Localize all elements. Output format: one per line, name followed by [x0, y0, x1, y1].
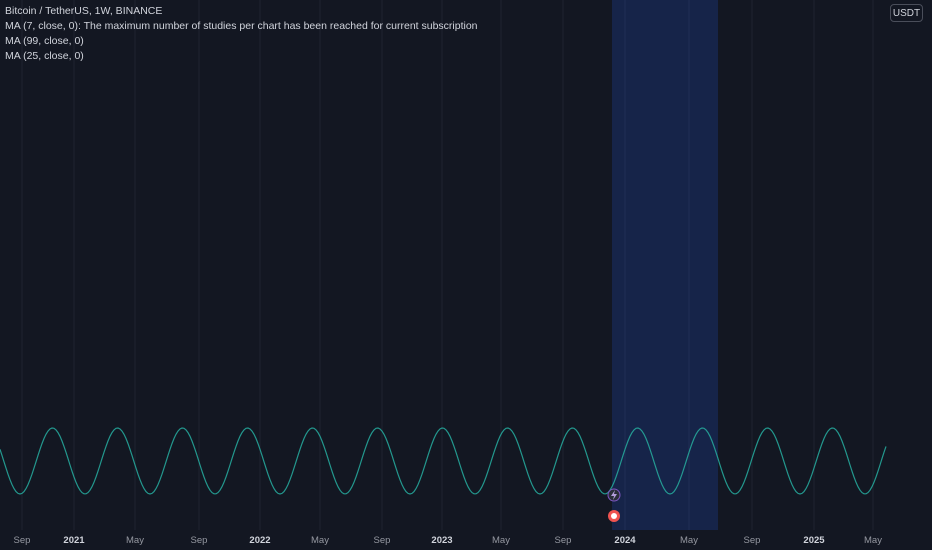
- legend-ma7[interactable]: MA (7, close, 0): The maximum number of …: [5, 19, 478, 34]
- time-tick-label: 2025: [803, 535, 825, 546]
- time-tick-label: Sep: [14, 535, 31, 546]
- time-tick-label: 2023: [431, 535, 452, 546]
- time-tick-label: Sep: [374, 535, 391, 546]
- time-tick-label: May: [864, 535, 882, 546]
- time-tick-label: Sep: [191, 535, 208, 546]
- legend-ma25[interactable]: MA (25, close, 0): [5, 49, 478, 64]
- time-tick-label: May: [126, 535, 144, 546]
- time-tick-label: May: [492, 535, 510, 546]
- earnings-icon-dot[interactable]: [611, 513, 617, 519]
- price-chart[interactable]: 0 (44693.61)0.236 (40053.53)0.382 (37182…: [0, 0, 932, 550]
- legend-symbol-title[interactable]: Bitcoin / TetherUS, 1W, BINANCE: [5, 4, 478, 19]
- legend-ma99[interactable]: MA (99, close, 0): [5, 34, 478, 49]
- time-axis[interactable]: Sep 2021 May Sep 2022 May Sep 2023 May Sep 2024 May…: [0, 530, 932, 550]
- chart-legend: Bitcoin / TetherUS, 1W, BINANCE MA (7, c…: [5, 4, 478, 64]
- time-tick-label: Sep: [555, 535, 572, 546]
- time-tick-label: May: [311, 535, 329, 546]
- time-tick-label: Sep: [744, 535, 761, 546]
- time-tick-label: May: [680, 535, 698, 546]
- currency-button[interactable]: USDT: [890, 4, 923, 22]
- time-tick-label: 2024: [614, 535, 636, 546]
- time-tick-label: 2021: [63, 535, 85, 546]
- fib-blue-box: [612, 0, 718, 530]
- time-tick-label: 2022: [249, 535, 270, 546]
